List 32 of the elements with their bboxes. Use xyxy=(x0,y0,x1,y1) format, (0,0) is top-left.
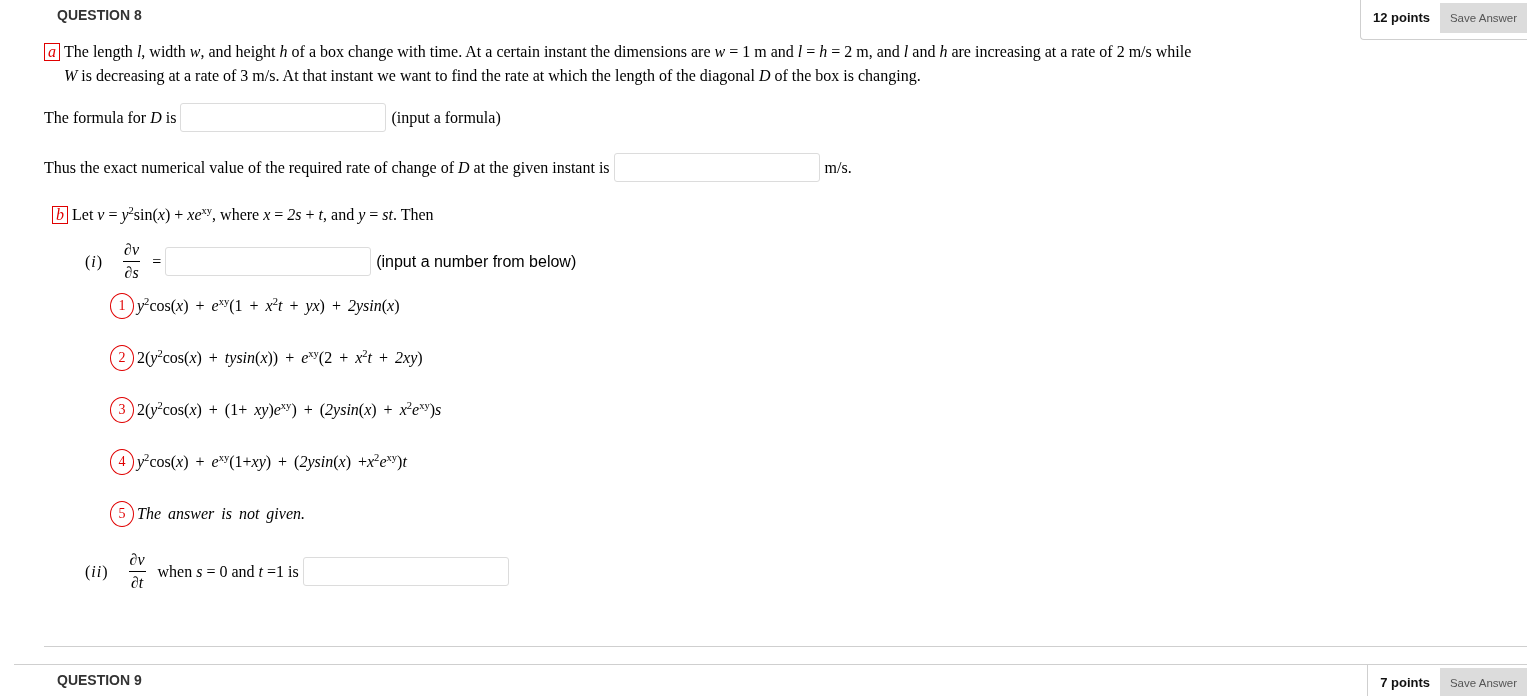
question-text: Let v = y$^{2}$sin(x) + xe$^{xy}$, where x = 2s + t, and y = st. Then xyxy=(72,204,435,226)
hint-text: (input a formula) xyxy=(391,107,501,128)
fraction-denominator: ∂t xyxy=(128,571,146,594)
subquestion-label: (i) xyxy=(85,251,104,272)
save-answer-button[interactable]: Save Answer xyxy=(1440,2,1527,33)
answer-field[interactable] xyxy=(302,557,509,586)
option-text: The answer is not given. xyxy=(137,504,305,524)
save-answer-button[interactable]: Save Answer xyxy=(1440,667,1527,696)
hint-text: (input a number from below) xyxy=(376,252,577,271)
prompt-text: Thus the exact numerical value of the required rate of change of D at the given instant is xyxy=(44,157,610,178)
points-label: 7 points xyxy=(1380,674,1430,691)
option-text: y$^{2}$cos(x) + e$^{xy}$(1 + x$^{2}$t + yx) + 2ysin(x) xyxy=(137,296,400,316)
hint-text: m/s. xyxy=(824,157,852,178)
question-title: QUESTION 8 xyxy=(57,7,142,23)
option-text: 2(y$^{2}$cos(x) + tysin(x)) + e$^{xy}$(2 + x$^{2}$t + 2xy) xyxy=(137,348,423,368)
fraction-denominator: ∂s xyxy=(123,261,141,284)
option-text: 2(y$^{2}$cos(x) + (1+ xy)e$^{xy}$) + (2ysin(x) + x$^{2}$e$^{xy}$)s xyxy=(137,400,442,420)
question-title: QUESTION 9 xyxy=(57,672,142,688)
part-label: b xyxy=(52,206,68,224)
condition-text: when s = 0 and t =1 is xyxy=(157,561,299,582)
subquestion-label: (ii) xyxy=(85,561,109,582)
option-text: y$^{2}$cos(x) + e$^{xy}$(1+xy) + (2ysin(x) +x$^{2}$e$^{xy}$)t xyxy=(137,452,407,472)
fraction-numerator: ∂v xyxy=(123,240,141,260)
points-label: 12 points xyxy=(1372,9,1430,26)
part-label: a xyxy=(44,43,60,61)
answer-field[interactable] xyxy=(165,247,372,276)
equals-sign: = xyxy=(152,251,162,272)
answer-field[interactable] xyxy=(613,153,820,182)
fraction-numerator: ∂v xyxy=(128,550,146,570)
prompt-text: The formula for D is xyxy=(44,107,177,128)
question-text: The length l, width w, and height h of a box change with time. At a certain instant the dimensions are w = 1 m and l = h = 2 m, and l and h are increasing at a rate of 2 m/s while W is decreasing at a rate of 3 m/s. At that instant we want to find the rate at which the length of the diagonal D of the box is changing. xyxy=(64,42,1193,87)
answer-field[interactable] xyxy=(180,103,387,132)
